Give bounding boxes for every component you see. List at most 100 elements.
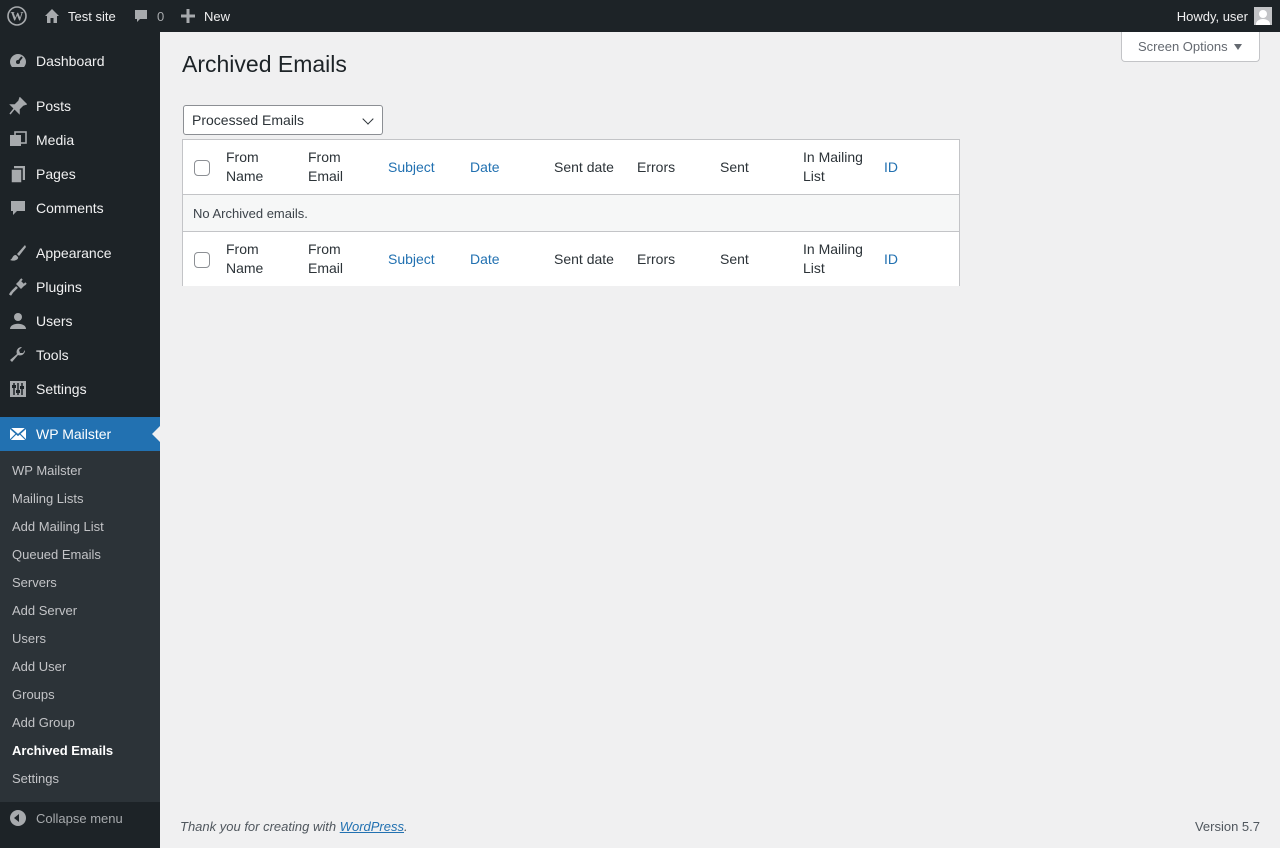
column-label: In Mailing List	[803, 149, 863, 184]
wrench-icon	[9, 346, 27, 364]
svg-text:W: W	[11, 9, 24, 24]
footer-thanks-prefix: Thank you for creating with	[180, 819, 340, 834]
comment-icon	[9, 199, 27, 217]
column-label: Date	[470, 250, 500, 267]
column-header-in-mailing-list: In Mailing List	[803, 140, 863, 194]
column-footer-subject[interactable]: Subject	[388, 232, 435, 286]
menu-label: Appearance	[36, 245, 112, 261]
column-label: Errors	[637, 250, 676, 267]
footer-thanks: Thank you for creating with WordPress.	[180, 819, 408, 834]
new-label: New	[204, 8, 231, 24]
column-label: Sent date	[554, 250, 614, 267]
submenu-item-add-user[interactable]: Add User	[12, 657, 66, 677]
filter-selected-value: Processed Emails	[192, 112, 305, 128]
admin-menu: Dashboard Posts Media Pages Comments App…	[0, 32, 160, 848]
pages-icon	[9, 165, 27, 183]
submenu-item-wp-mailster[interactable]: WP Mailster	[12, 461, 82, 481]
submenu-item-archived-emails[interactable]: Archived Emails	[12, 741, 113, 761]
submenu-item-mailing-lists[interactable]: Mailing Lists	[12, 489, 84, 509]
menu-item-pages[interactable]: Pages	[0, 157, 160, 191]
collapse-menu-button[interactable]: Collapse menu	[0, 806, 160, 830]
column-footer-in-mailing-list: In Mailing List	[803, 232, 863, 286]
menu-label: Posts	[36, 98, 72, 114]
column-label: In Mailing List	[803, 241, 863, 276]
wordpress-logo-icon[interactable]: W	[7, 0, 27, 32]
wp-mailster-submenu: WP Mailster Mailing Lists Add Mailing Li…	[0, 451, 160, 802]
submenu-item-users[interactable]: Users	[12, 629, 46, 649]
select-all-checkbox[interactable]	[194, 160, 210, 176]
page-title: Archived Emails	[182, 51, 347, 77]
admin-bar: W Test site 0 New Howdy, user	[0, 0, 1280, 32]
column-footer-date[interactable]: Date	[470, 232, 500, 286]
column-label: Subject	[388, 158, 435, 175]
submenu-item-settings[interactable]: Settings	[12, 769, 59, 789]
column-header-id[interactable]: ID	[884, 140, 898, 194]
column-label: Sent	[720, 250, 749, 267]
screen-options-button[interactable]: Screen Options	[1121, 32, 1260, 62]
table-footer: From Name From Email Subject Date Sent d…	[183, 231, 959, 286]
paintbrush-icon	[9, 244, 27, 262]
submenu-item-queued-emails[interactable]: Queued Emails	[12, 545, 101, 565]
caret-down-icon	[1234, 44, 1242, 50]
menu-label: Comments	[36, 200, 104, 216]
menu-label: Plugins	[36, 279, 82, 295]
column-header-sent: Sent	[720, 140, 749, 194]
wordpress-link[interactable]: WordPress	[340, 819, 404, 834]
submenu-item-add-mailing-list[interactable]: Add Mailing List	[12, 517, 104, 537]
column-label: Subject	[388, 250, 435, 267]
submenu-item-servers[interactable]: Servers	[12, 573, 57, 593]
menu-item-plugins[interactable]: Plugins	[0, 270, 160, 304]
menu-item-dashboard[interactable]: Dashboard	[0, 44, 160, 78]
select-all-checkbox[interactable]	[194, 252, 210, 268]
table-empty-row: No Archived emails.	[183, 195, 959, 231]
column-header-sent-date: Sent date	[554, 140, 614, 194]
column-label: Sent	[720, 158, 749, 175]
submenu-item-add-group[interactable]: Add Group	[12, 713, 75, 733]
menu-item-comments[interactable]: Comments	[0, 191, 160, 225]
menu-item-appearance[interactable]: Appearance	[0, 236, 160, 270]
menu-item-posts[interactable]: Posts	[0, 89, 160, 123]
archived-emails-table: From Name From Email Subject Date Sent d…	[182, 139, 960, 286]
menu-label: Media	[36, 132, 75, 148]
menu-item-media[interactable]: Media	[0, 123, 160, 157]
collapse-arrow-icon	[10, 810, 26, 826]
column-footer-from-name: From Name	[226, 232, 263, 286]
column-header-from-name: From Name	[226, 140, 263, 194]
submenu-item-groups[interactable]: Groups	[12, 685, 55, 705]
menu-item-settings[interactable]: Settings	[0, 372, 160, 406]
column-label: Errors	[637, 158, 676, 175]
envelope-icon	[9, 425, 27, 443]
comment-icon	[133, 8, 149, 24]
column-header-subject[interactable]: Subject	[388, 140, 435, 194]
plug-icon	[9, 278, 27, 296]
column-footer-sent: Sent	[720, 232, 749, 286]
menu-item-tools[interactable]: Tools	[0, 338, 160, 372]
empty-message: No Archived emails.	[193, 205, 308, 221]
sliders-icon	[9, 380, 27, 398]
menu-item-users[interactable]: Users	[0, 304, 160, 338]
column-header-date[interactable]: Date	[470, 140, 500, 194]
home-icon	[44, 8, 60, 24]
column-label: ID	[884, 158, 898, 175]
screen-options-label: Screen Options	[1138, 39, 1228, 54]
menu-label: WP Mailster	[36, 426, 112, 442]
avatar	[1254, 7, 1272, 25]
menu-label: Pages	[36, 166, 76, 182]
table-header: From Name From Email Subject Date Sent d…	[183, 140, 959, 195]
column-label: From Name	[226, 241, 264, 276]
comments-link[interactable]: 0	[133, 0, 164, 32]
column-label: From Email	[308, 241, 344, 276]
column-footer-sent-date: Sent date	[554, 232, 614, 286]
email-filter-select[interactable]: Processed Emails	[183, 105, 383, 135]
column-label: Date	[470, 158, 500, 175]
site-name-link[interactable]: Test site	[44, 0, 116, 32]
menu-item-wp-mailster[interactable]: WP Mailster	[0, 417, 160, 451]
comments-count: 0	[157, 8, 165, 24]
column-footer-id[interactable]: ID	[884, 232, 898, 286]
new-content-link[interactable]: New	[181, 0, 230, 32]
menu-label: Tools	[36, 347, 69, 363]
howdy-text: Howdy, user	[1176, 8, 1248, 24]
collapse-label: Collapse menu	[36, 810, 123, 826]
submenu-item-add-server[interactable]: Add Server	[12, 601, 77, 621]
my-account-link[interactable]: Howdy, user	[1177, 0, 1272, 32]
